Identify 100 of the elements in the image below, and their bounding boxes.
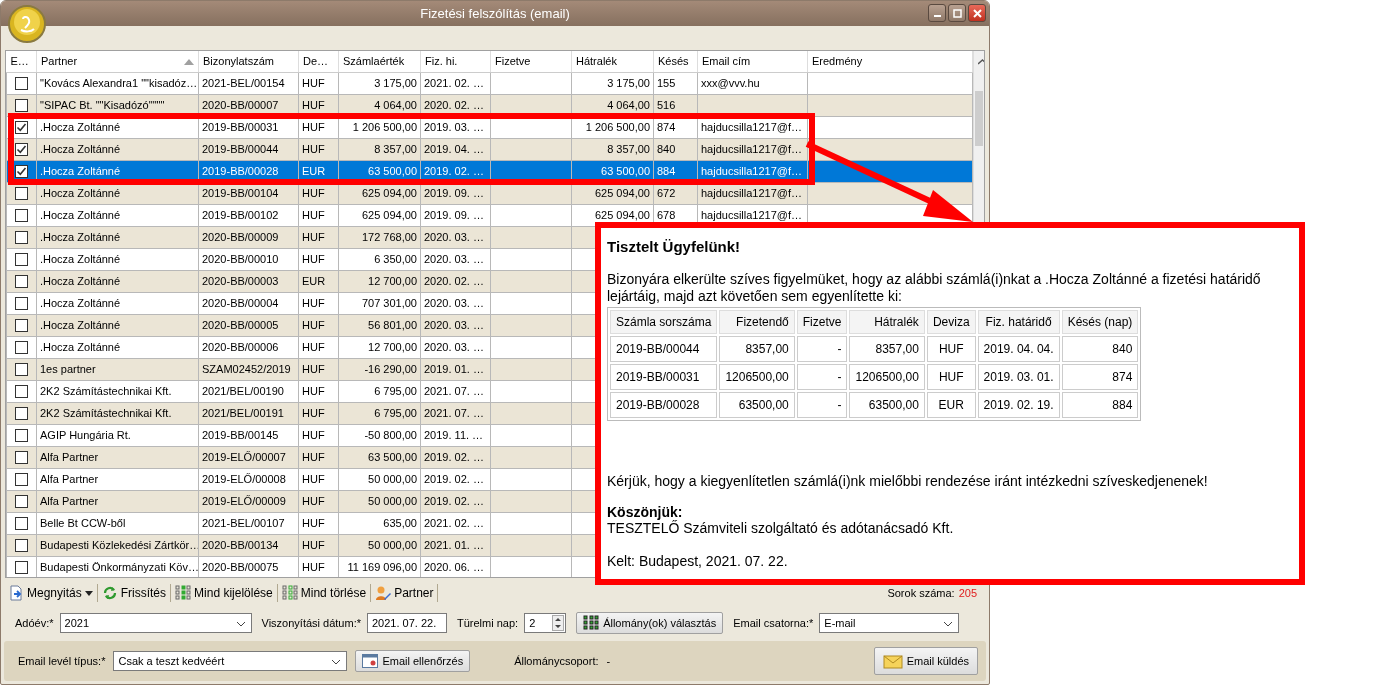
- number-spinner[interactable]: 2: [524, 613, 567, 634]
- table-cell: 2020-BB/00005: [202, 319, 279, 332]
- checkbox[interactable]: [15, 77, 28, 91]
- toolbar-button[interactable]: Partner: [372, 585, 437, 602]
- checkbox[interactable]: [15, 187, 28, 201]
- column-header[interactable]: Partner: [36, 50, 199, 73]
- column-header: Késés (nap): [1067, 315, 1133, 329]
- column-header[interactable]: Hátralék: [571, 50, 654, 73]
- checkbox[interactable]: [15, 121, 28, 135]
- table-cell: HUF: [302, 407, 325, 420]
- table-cell: HUF: [302, 385, 325, 398]
- field-label: Email csatorna:*: [733, 617, 814, 630]
- checkbox[interactable]: [15, 539, 28, 553]
- year-dropdown[interactable]: 2021: [59, 613, 252, 634]
- date-field[interactable]: 2021. 07. 22.: [367, 613, 447, 634]
- table-cell: .Hocza Zoltánné: [40, 187, 121, 200]
- column-header[interactable]: Fiz. hi.: [420, 50, 491, 73]
- field-label: Viszonyítási dátum:*: [261, 617, 361, 630]
- scroll-up-icon[interactable]: [978, 58, 984, 65]
- toolbar-button[interactable]: Megnyitás: [5, 585, 96, 602]
- checkbox[interactable]: [15, 341, 28, 355]
- toolbar-button[interactable]: Frissítés: [98, 585, 170, 602]
- checkbox[interactable]: [15, 143, 28, 157]
- send-email-button[interactable]: Email küldés: [873, 647, 978, 676]
- table-cell: 2020. 03. …: [424, 253, 484, 266]
- scrollbar-thumb[interactable]: [975, 90, 983, 146]
- table-cell: .Hocza Zoltánné: [40, 143, 121, 156]
- checkbox[interactable]: [15, 495, 28, 509]
- table-cell: 884: [657, 165, 676, 178]
- table-cell: 2020. 03. …: [424, 297, 484, 310]
- table-cell: 2019. 02. …: [424, 495, 484, 508]
- checkbox[interactable]: [15, 209, 28, 223]
- checkbox[interactable]: [15, 451, 28, 465]
- column-header[interactable]: Eredmény: [807, 50, 973, 73]
- table-cell: HUF: [302, 451, 325, 464]
- channel-dropdown[interactable]: E-mail: [819, 613, 960, 634]
- table-cell: 2019-ELŐ/00009: [202, 495, 286, 508]
- table-cell: 2020. 06. …: [424, 561, 484, 574]
- table-cell: 2020-BB/00004: [202, 297, 279, 310]
- table-cell: 707 301,00: [361, 297, 417, 310]
- table-cell: 2019-ELŐ/00008: [202, 473, 286, 486]
- table-cell: "Kovács Alexandra1 ""kisadóz…: [40, 77, 198, 90]
- column-header[interactable]: E…: [6, 50, 37, 73]
- grid-icon: [175, 585, 192, 602]
- table-cell: 56 801,00: [368, 319, 417, 332]
- checkbox[interactable]: [15, 319, 28, 333]
- checkbox[interactable]: [15, 561, 28, 575]
- spinner-arrows-icon: [552, 615, 565, 632]
- checkbox[interactable]: [15, 517, 28, 531]
- field-label: Email levél típus:*: [18, 655, 106, 668]
- minimize-button[interactable]: [928, 4, 946, 22]
- table-cell: 2019. 09. …: [424, 209, 484, 222]
- checkbox[interactable]: [15, 231, 28, 245]
- checkbox[interactable]: [15, 165, 28, 179]
- checkbox[interactable]: [15, 473, 28, 487]
- table-cell: 625 094,00: [361, 209, 417, 222]
- letter-type-dropdown[interactable]: Csak a teszt kedvéért: [113, 651, 348, 672]
- checkbox[interactable]: [15, 407, 28, 421]
- checkbox[interactable]: [15, 275, 28, 289]
- window-icon: [362, 654, 379, 669]
- table-cell: HUF: [302, 77, 325, 90]
- table-cell: 874: [657, 121, 676, 134]
- column-header[interactable]: Fizetve: [490, 50, 572, 73]
- table-cell: 625 094,00: [594, 187, 650, 200]
- column-header[interactable]: Késés: [653, 50, 698, 73]
- select-files-button[interactable]: Állomány(ok) választás: [576, 612, 724, 635]
- table-cell: 2021. 02. …: [424, 77, 484, 90]
- checkbox[interactable]: [15, 253, 28, 267]
- column-header[interactable]: De…: [298, 50, 339, 73]
- checkbox[interactable]: [15, 429, 28, 443]
- checkbox[interactable]: [15, 297, 28, 311]
- table-cell: 672: [657, 187, 676, 200]
- column-header[interactable]: Bizonylatszám: [198, 50, 299, 73]
- table-cell: 2021. 07. …: [424, 407, 484, 420]
- toolbar-button[interactable]: Mind törlése: [278, 585, 370, 602]
- table-cell: HUF: [302, 495, 325, 508]
- table-cell: 2019-BB/00102: [202, 209, 279, 222]
- checkbox[interactable]: [15, 385, 28, 399]
- table-cell: HUF: [938, 342, 964, 356]
- table-cell: .Hocza Zoltánné: [40, 121, 121, 134]
- app-logo-icon[interactable]: [7, 4, 47, 44]
- column-header[interactable]: Email cím: [697, 50, 808, 73]
- toolbar-button[interactable]: Mind kijelölése: [172, 585, 276, 602]
- maximize-button[interactable]: [948, 4, 966, 22]
- checkbox[interactable]: [15, 99, 28, 113]
- checkbox[interactable]: [15, 363, 28, 377]
- table-cell: SZAM02452/2019: [202, 363, 291, 376]
- table-cell: 1 206 500,00: [585, 121, 650, 134]
- table-row[interactable]: "Kovács Alexandra1 ""kisadóz… 2021-BEL/00154 HUF 3 175,00 2021. 02. … 3 175,00 155 xxx@vvv.hu: [6, 72, 973, 95]
- minimize-icon: [933, 14, 941, 17]
- table-cell: .Hocza Zoltánné: [40, 231, 121, 244]
- table-cell: .Hocza Zoltánné: [40, 253, 121, 266]
- table-cell: 172 768,00: [361, 231, 417, 244]
- email-check-button[interactable]: Email ellenőrzés: [355, 650, 471, 673]
- table-cell: 2019-BB/00145: [202, 429, 279, 442]
- column-header[interactable]: Számlaérték: [338, 50, 421, 73]
- close-button[interactable]: [968, 4, 986, 22]
- table-cell: 2019. 04. …: [424, 143, 484, 156]
- table-cell: 63 500,00: [368, 451, 417, 464]
- row-count-label: Sorok száma:: [887, 587, 955, 600]
